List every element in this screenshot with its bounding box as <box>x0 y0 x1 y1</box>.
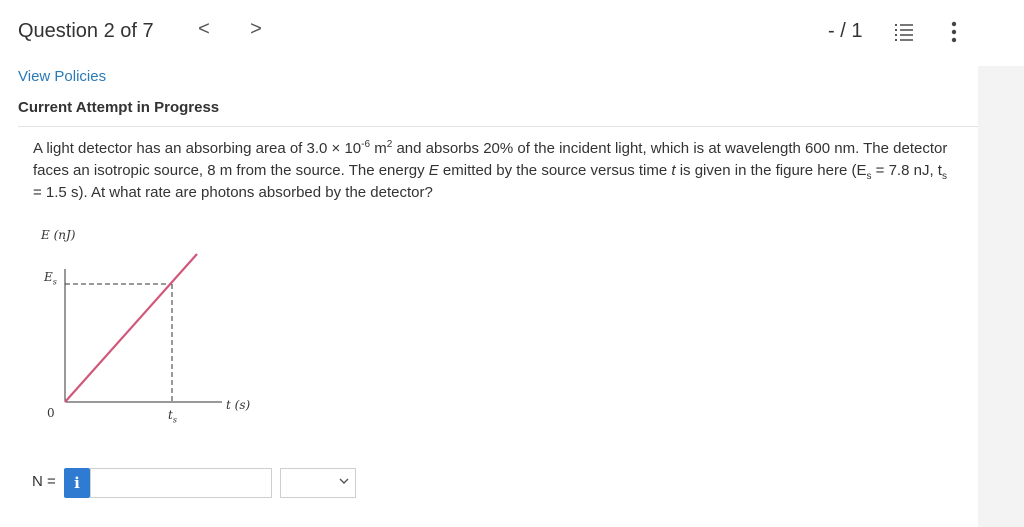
attempt-status: Current Attempt in Progress <box>18 99 220 116</box>
more-vertical-icon[interactable] <box>944 20 964 44</box>
score-display: - / 1 <box>828 20 863 42</box>
question-counter: Question 2 of 7 <box>18 20 154 42</box>
unit-select[interactable] <box>280 468 356 498</box>
chevron-down-icon <box>339 478 349 484</box>
info-icon[interactable]: i <box>64 468 90 498</box>
answer-variable-label: N = <box>32 473 56 490</box>
question-text: A light detector has an absorbing area o… <box>33 139 948 202</box>
question-panel: View Policies Current Attempt in Progres… <box>0 66 978 527</box>
divider <box>18 126 978 127</box>
view-policies-link[interactable]: View Policies <box>18 68 106 85</box>
chevron-left-icon[interactable]: < <box>194 18 214 41</box>
graph-plot <box>64 253 222 403</box>
energy-time-graph: E (nJ) Es 0 ts t (s) <box>32 224 262 434</box>
energy-line <box>64 253 198 403</box>
numbered-list-icon[interactable] <box>894 22 914 42</box>
chevron-right-icon[interactable]: > <box>246 18 266 41</box>
answer-input[interactable] <box>90 468 272 498</box>
question-header: Question 2 of 7 < > - / 1 <box>0 0 1024 66</box>
